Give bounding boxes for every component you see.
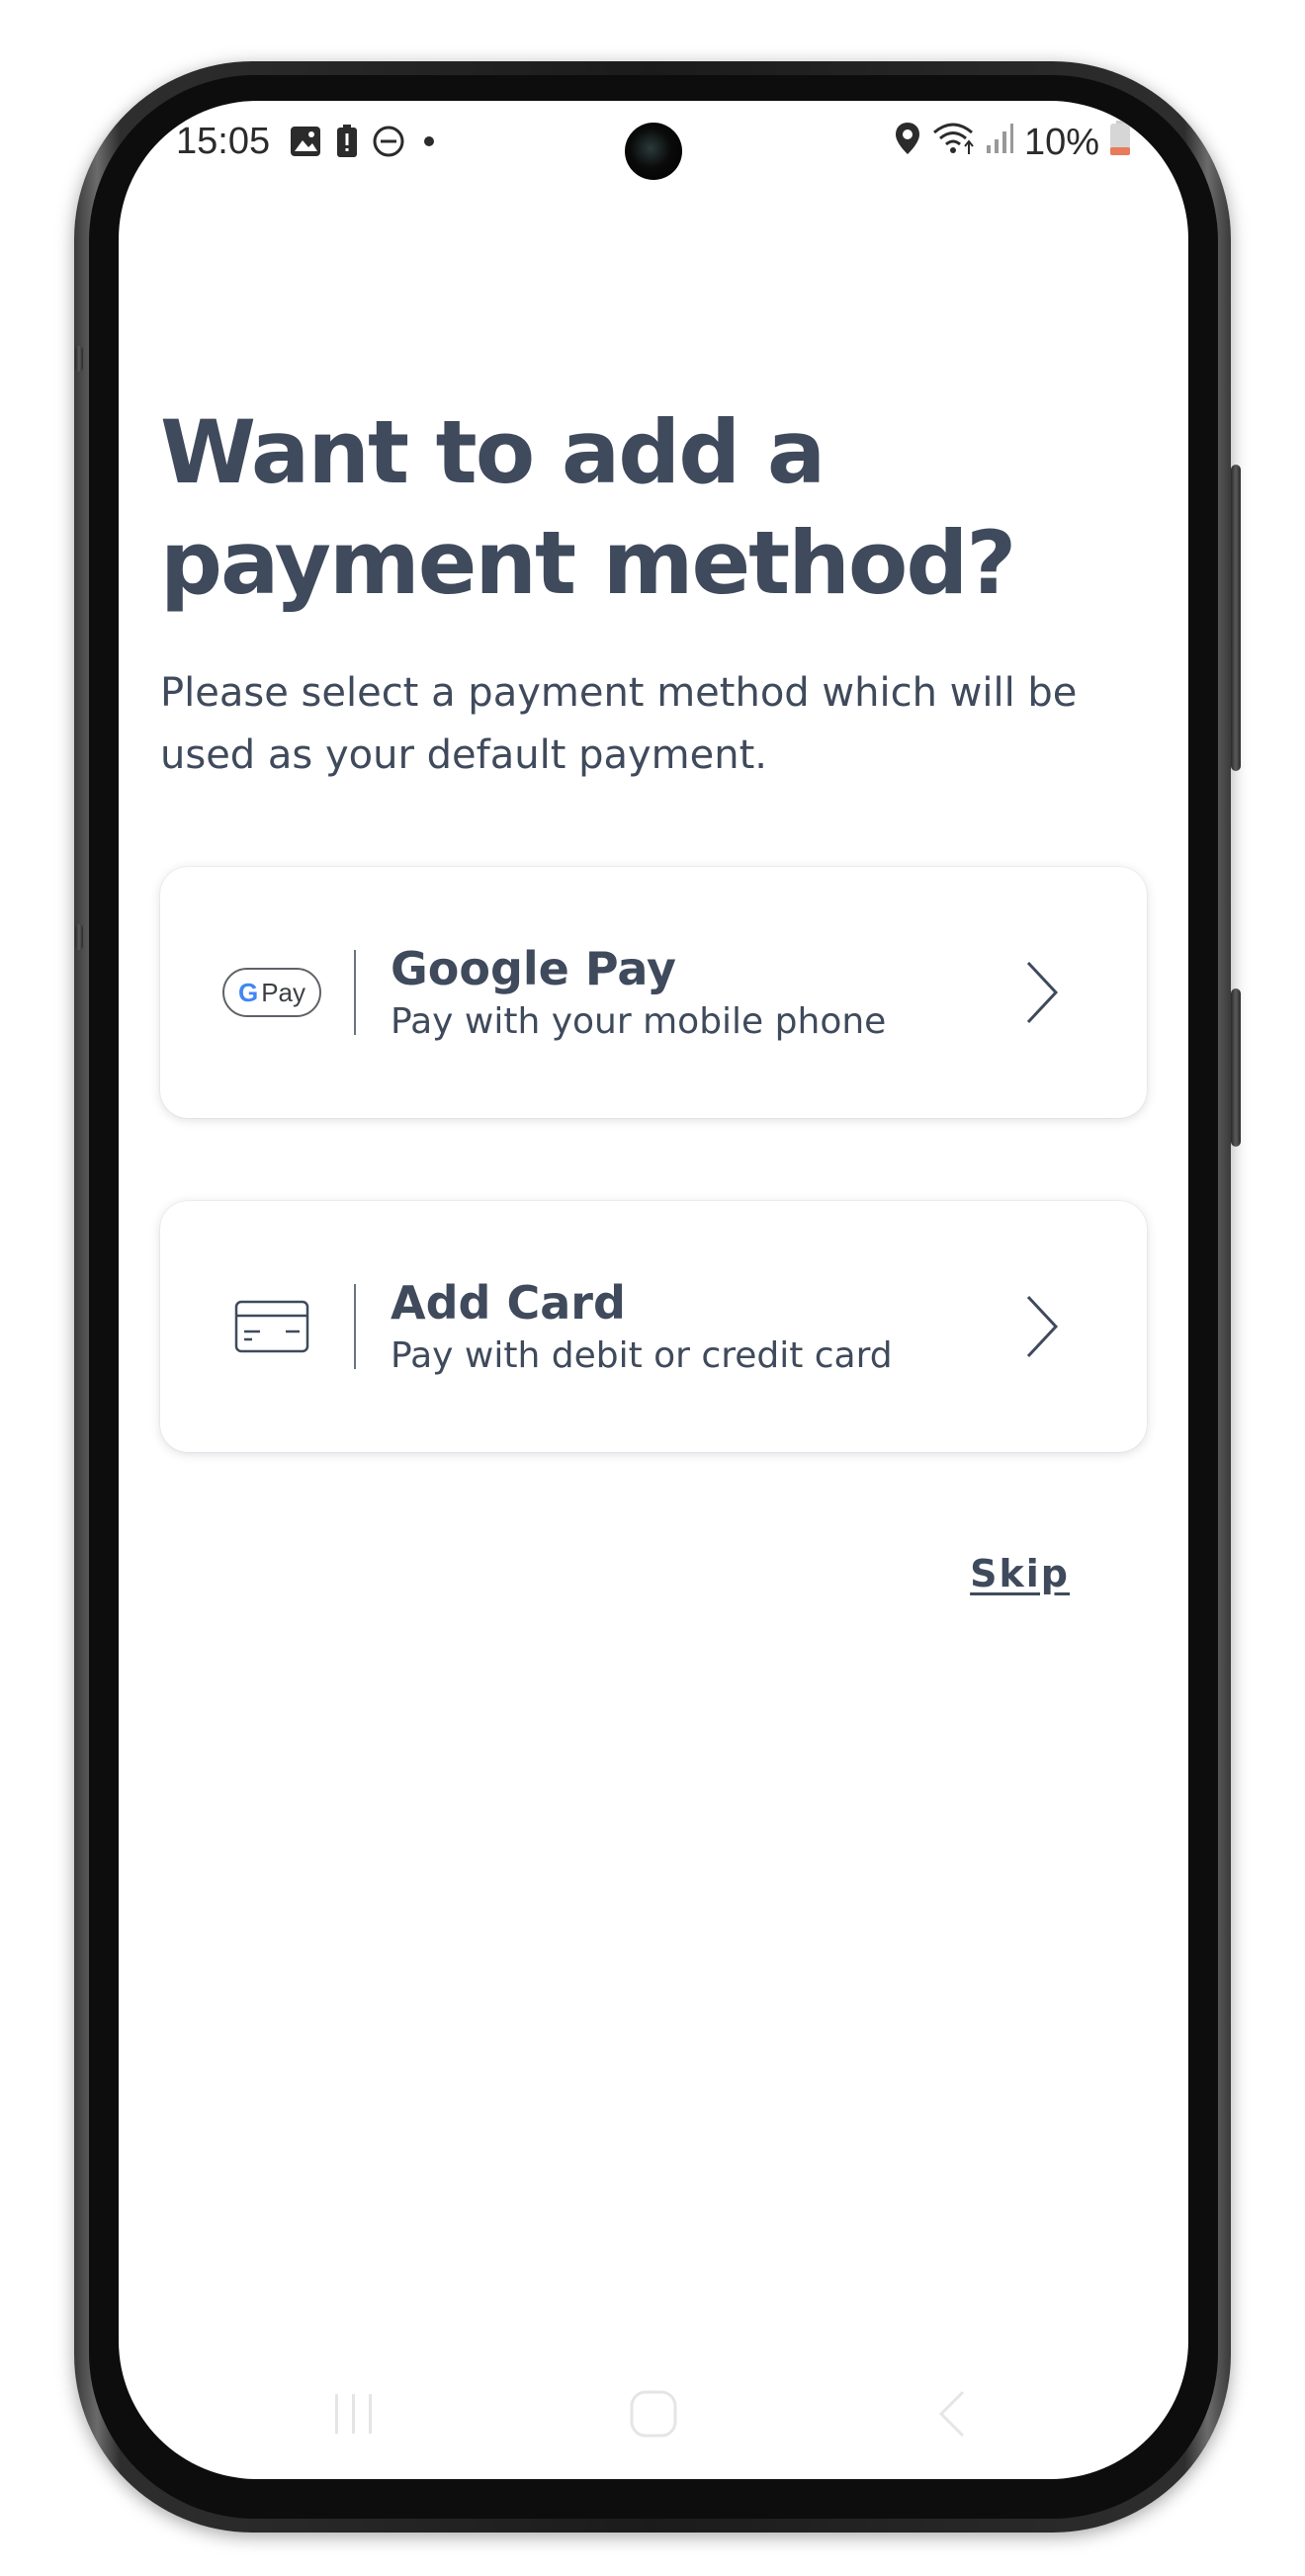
- page-subtitle: Please select a payment method which wil…: [160, 662, 1149, 787]
- image-icon: [289, 125, 322, 167]
- left-side-accent: [75, 346, 83, 372]
- recent-apps-icon[interactable]: [324, 2384, 384, 2444]
- credit-card-icon: [218, 1277, 326, 1376]
- do-not-disturb-icon: [372, 125, 405, 167]
- status-bar: 15:05 10%: [119, 101, 1188, 180]
- card-divider: [354, 1284, 356, 1369]
- chevron-right-icon: [1026, 1295, 1059, 1358]
- front-camera: [625, 123, 682, 180]
- google-pay-icon: G Pay: [218, 943, 326, 1042]
- card-divider: [354, 950, 356, 1035]
- chevron-right-icon: [1026, 961, 1059, 1024]
- option-description: Pay with debit or credit card: [391, 1335, 893, 1376]
- volume-button: [1231, 465, 1241, 771]
- page-title: Want to add a payment method?: [160, 397, 1149, 619]
- status-time: 15:05: [176, 121, 271, 162]
- signal-icon: [985, 122, 1014, 164]
- skip-link[interactable]: Skip: [970, 1552, 1070, 1595]
- status-right-icons: 10%: [894, 121, 1131, 165]
- home-icon[interactable]: [621, 2384, 686, 2444]
- battery-alert-icon: [336, 125, 358, 167]
- page-title-line-1: Want to add a: [160, 401, 826, 503]
- option-description: Pay with your mobile phone: [391, 1001, 887, 1042]
- page-subtitle-line-2: used as your default payment.: [160, 732, 767, 778]
- option-title: Google Pay: [391, 942, 676, 995]
- google-pay-badge: G Pay: [222, 968, 321, 1017]
- page-title-line-2: payment method?: [160, 512, 1016, 614]
- left-side-accent-2: [75, 924, 83, 950]
- dot-icon: [419, 125, 439, 167]
- power-button: [1231, 988, 1241, 1147]
- option-title: Add Card: [391, 1276, 626, 1330]
- wifi-icon: [931, 121, 975, 165]
- status-left-icons: [289, 125, 439, 167]
- navigation-bar: [119, 2374, 1188, 2453]
- add-card-option[interactable]: Add Card Pay with debit or credit card: [160, 1201, 1147, 1452]
- battery-percentage: 10%: [1023, 122, 1099, 163]
- location-icon: [894, 121, 921, 165]
- page-subtitle-line-1: Please select a payment method which wil…: [160, 670, 1078, 716]
- battery-icon: [1109, 121, 1131, 165]
- google-pay-option[interactable]: G Pay Google Pay Pay with your mobile ph…: [160, 867, 1147, 1118]
- page-canvas: 15:05 10% Want to add a payment method? …: [0, 0, 1305, 2576]
- phone-screen: 15:05 10% Want to add a payment method? …: [119, 101, 1188, 2479]
- google-g-logo: G: [237, 977, 259, 1007]
- google-pay-badge-text: Pay: [261, 977, 306, 1007]
- back-icon[interactable]: [921, 2384, 981, 2444]
